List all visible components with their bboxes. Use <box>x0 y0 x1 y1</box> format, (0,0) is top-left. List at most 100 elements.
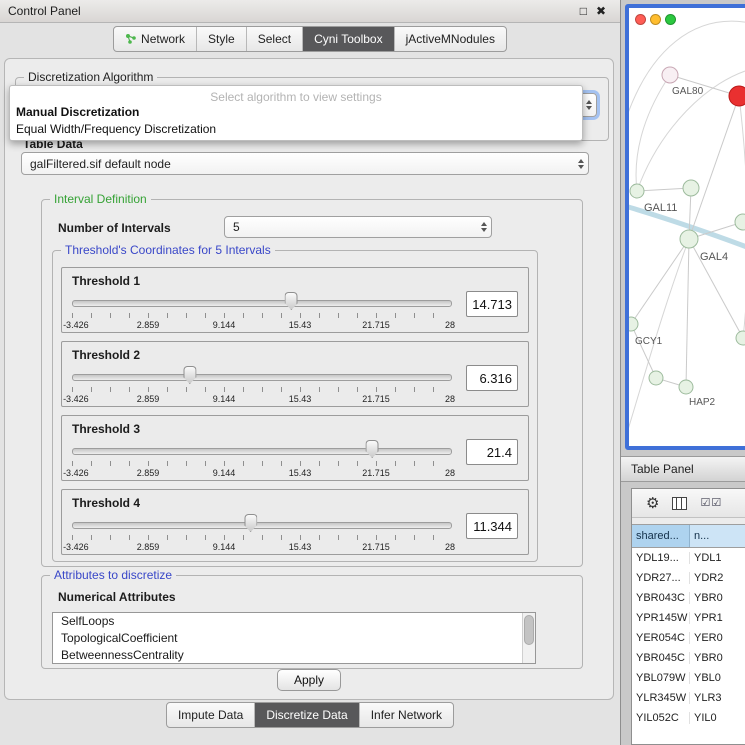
column-header-shared-name[interactable]: shared... <box>632 525 690 547</box>
slider-scale-label: 2.859 <box>137 394 160 404</box>
table-cell[interactable]: YBR0 <box>690 652 745 664</box>
network-node[interactable] <box>736 331 745 345</box>
control-panel-titlebar[interactable]: Control Panel □ ✖ <box>0 0 620 23</box>
network-node[interactable] <box>729 86 745 106</box>
table-cell[interactable]: YLR3 <box>690 692 745 704</box>
table-cell[interactable]: YBR043C <box>632 592 690 604</box>
table-row[interactable]: YPR145WYPR1 <box>632 608 745 628</box>
slider-thumb[interactable] <box>183 366 196 384</box>
cyni-toolbox-panel: Discretization Algorithm Select algorith… <box>4 58 614 700</box>
network-node[interactable] <box>629 317 638 331</box>
table-cell[interactable]: YPR145W <box>632 612 690 624</box>
tab-network[interactable]: Network <box>114 27 196 51</box>
tab-style[interactable]: Style <box>196 27 246 51</box>
table-data-combobox[interactable]: galFiltered.sif default node <box>21 152 589 175</box>
table-cell[interactable]: YER0 <box>690 632 745 644</box>
zoom-traffic-light-icon[interactable] <box>665 14 676 25</box>
network-edge[interactable] <box>631 239 689 324</box>
columns-icon[interactable] <box>672 497 687 510</box>
table-cell[interactable]: YBL0 <box>690 672 745 684</box>
network-node[interactable] <box>683 180 699 196</box>
threshold-1-value-input[interactable] <box>466 291 518 317</box>
network-canvas[interactable]: GAL80GAL11GAL4GCY1HAP2 <box>629 8 745 446</box>
attribute-list-item[interactable]: SelfLoops <box>53 613 523 630</box>
table-cell[interactable]: YIL0 <box>690 712 745 724</box>
slider-thumb[interactable] <box>285 292 298 310</box>
right-panel: GAL80GAL11GAL4GCY1HAP2 Table Panel ⚙ ☑☑ … <box>621 0 745 745</box>
table-cell[interactable]: YDL1 <box>690 552 745 564</box>
dropdown-option-manual-discretization[interactable]: Manual Discretization <box>10 104 582 121</box>
slider-track[interactable] <box>72 448 452 455</box>
minimize-traffic-light-icon[interactable] <box>650 14 661 25</box>
network-node[interactable] <box>649 371 663 385</box>
table-row[interactable]: YLR345WYLR3 <box>632 688 745 708</box>
attributes-group: Attributes to discretize Numerical Attri… <box>41 575 583 669</box>
tab-label: Impute Data <box>178 708 243 722</box>
stepper-icon <box>586 100 592 110</box>
list-scrollbar[interactable] <box>522 613 535 663</box>
table-row[interactable]: YDR27...YDR2 <box>632 568 745 588</box>
scrollbar-thumb[interactable] <box>524 615 534 645</box>
slider-scale: -3.4262.8599.14415.4321.71528 <box>72 542 452 553</box>
tab-discretize-data[interactable]: Discretize Data <box>254 703 358 727</box>
close-traffic-light-icon[interactable] <box>635 14 646 25</box>
tab-cyni-toolbox[interactable]: Cyni Toolbox <box>302 27 393 51</box>
slider-thumb[interactable] <box>244 514 257 532</box>
slider-track[interactable] <box>72 374 452 381</box>
select-columns-checkboxes-icon[interactable]: ☑☑ <box>700 498 722 509</box>
slider-scale-label: 9.144 <box>213 320 236 330</box>
network-node[interactable] <box>735 214 745 230</box>
tab-impute-data[interactable]: Impute Data <box>167 703 254 727</box>
group-title: Discretization Algorithm <box>24 70 157 84</box>
table-panel-header[interactable]: Table Panel <box>621 456 745 482</box>
table-row[interactable]: YER054CYER0 <box>632 628 745 648</box>
number-of-intervals-combobox[interactable]: 5 <box>224 216 492 238</box>
threshold-4-value-input[interactable] <box>466 513 518 539</box>
table-cell[interactable]: YIL052C <box>632 712 690 724</box>
tab-jactivemnodules[interactable]: jActiveMNodules <box>394 27 506 51</box>
table-cell[interactable]: YLR345W <box>632 692 690 704</box>
apply-button[interactable]: Apply <box>277 669 341 691</box>
table-row[interactable]: YBR045CYBR0 <box>632 648 745 668</box>
threshold-3-value-input[interactable] <box>466 439 518 465</box>
numerical-attributes-list[interactable]: SelfLoopsTopologicalCoefficientBetweenne… <box>52 612 536 664</box>
float-window-icon[interactable]: □ <box>580 5 587 17</box>
slider-track[interactable] <box>72 300 452 307</box>
slider-thumb[interactable] <box>366 440 379 458</box>
control-panel-title: Control Panel <box>0 4 81 18</box>
threshold-1-slider: -3.4262.8599.14415.4321.71528 <box>72 290 452 334</box>
table-cell[interactable]: YER054C <box>632 632 690 644</box>
table-cell[interactable]: YPR1 <box>690 612 745 624</box>
table-cell[interactable]: YBL079W <box>632 672 690 684</box>
network-node[interactable] <box>662 67 678 83</box>
tab-select[interactable]: Select <box>246 27 302 51</box>
threshold-1-label: Threshold 1 <box>72 274 518 288</box>
table-row[interactable]: YDL19...YDL1 <box>632 548 745 568</box>
network-edge[interactable] <box>686 239 689 387</box>
table-cell[interactable]: YDR2 <box>690 572 745 584</box>
network-node[interactable] <box>679 380 693 394</box>
threshold-2-value-input[interactable] <box>466 365 518 391</box>
network-node[interactable] <box>630 184 644 198</box>
table-cell[interactable]: YDL19... <box>632 552 690 564</box>
attribute-list-item[interactable]: BetweennessCentrality <box>53 647 523 663</box>
attribute-list-item[interactable]: TopologicalCoefficient <box>53 630 523 647</box>
tab-infer-network[interactable]: Infer Network <box>359 703 453 727</box>
slider-track[interactable] <box>72 522 452 529</box>
table-row[interactable]: YBR043CYBR0 <box>632 588 745 608</box>
group-title: Attributes to discretize <box>50 568 176 582</box>
table-cell[interactable]: YBR045C <box>632 652 690 664</box>
settings-gear-icon[interactable]: ⚙ <box>646 496 659 511</box>
dropdown-option-equal-width-frequency[interactable]: Equal Width/Frequency Discretization <box>10 121 582 138</box>
top-tabbar: Network Style Select Cyni Toolbox jActiv… <box>0 26 620 56</box>
column-header-name[interactable]: n... <box>690 525 745 547</box>
table-row[interactable]: YIL052CYIL0 <box>632 708 745 728</box>
close-icon[interactable]: ✖ <box>596 5 606 17</box>
table-cell[interactable]: YDR27... <box>632 572 690 584</box>
threshold-4-row: Threshold 4 -3.4262.8599.14415.4321.7152… <box>61 489 529 555</box>
network-node[interactable] <box>680 230 698 248</box>
table-cell[interactable]: YBR0 <box>690 592 745 604</box>
network-edge[interactable] <box>689 96 739 239</box>
slider-ticks <box>72 535 452 540</box>
table-row[interactable]: YBL079WYBL0 <box>632 668 745 688</box>
